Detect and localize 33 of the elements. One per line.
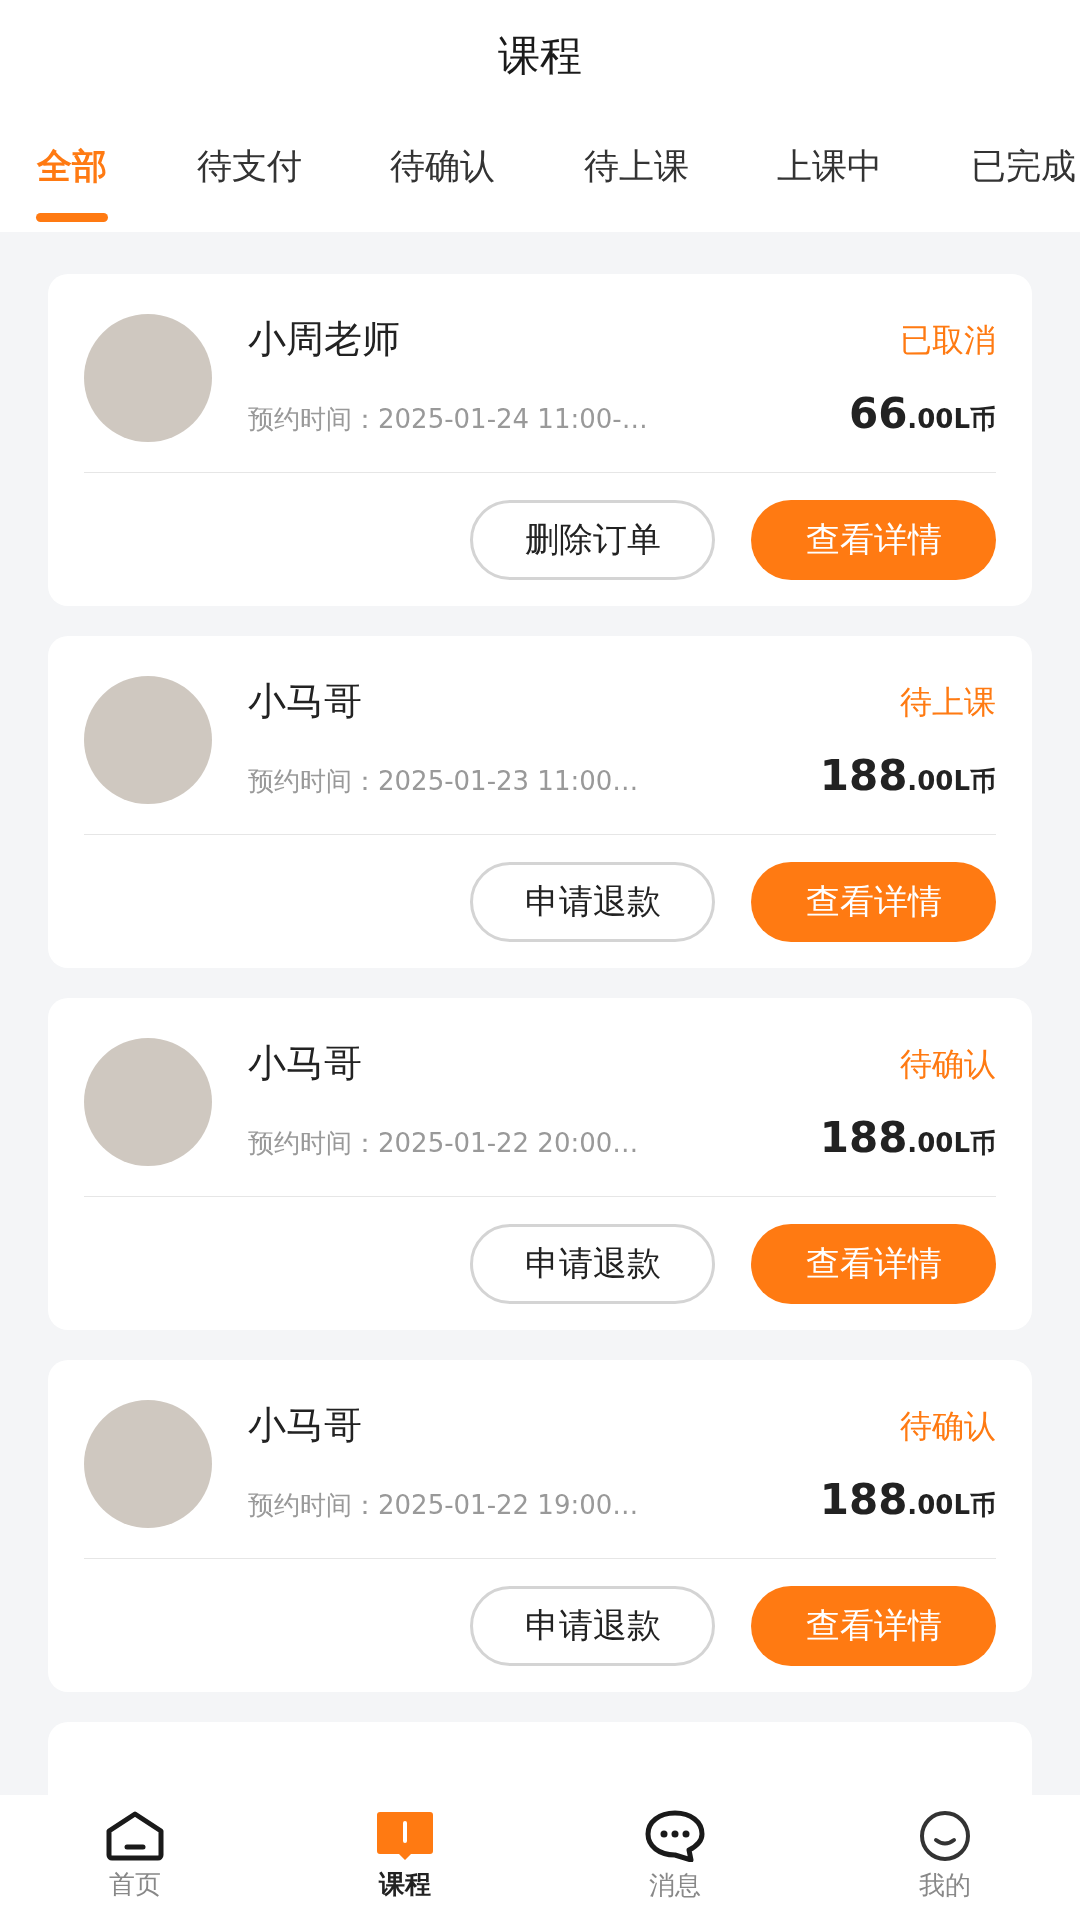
book-icon (375, 1811, 435, 1861)
tab[interactable]: 待支付 (196, 140, 302, 222)
home-icon (105, 1811, 165, 1861)
appointment-time: 预约时间：2025-01-22 19:00… (248, 1489, 639, 1522)
order-status: 已取消 (900, 319, 996, 361)
tab[interactable]: 上课中 (777, 140, 883, 222)
price: 188.00L币 (819, 1474, 996, 1526)
order-status: 待确认 (900, 1043, 996, 1085)
nav-item[interactable]: 消息 (540, 1795, 810, 1920)
price: 188.00L币 (819, 1112, 996, 1164)
tab[interactable]: 待确认 (390, 140, 496, 222)
nav-item[interactable]: 课程 (270, 1795, 540, 1920)
teacher-name: 小马哥 (248, 1402, 362, 1449)
action-button[interactable]: 申请退款 (470, 1223, 715, 1304)
appointment-time: 预约时间：2025-01-23 11:00… (248, 765, 639, 798)
nav-item[interactable]: 首页 (0, 1795, 270, 1920)
teacher-name: 小马哥 (248, 1040, 362, 1087)
order-status: 待确认 (900, 1405, 996, 1447)
action-button[interactable]: 申请退款 (470, 861, 715, 942)
action-button[interactable]: 申请退款 (470, 1585, 715, 1666)
nav-item[interactable]: 我的 (810, 1795, 1080, 1920)
appointment-time: 预约时间：2025-01-22 20:00… (248, 1127, 639, 1160)
chat-icon (645, 1810, 705, 1862)
price: 188.00L币 (819, 750, 996, 802)
page-title: 课程 (498, 29, 582, 82)
teacher-name: 小周老师 (248, 316, 400, 363)
price: 66.00L币 (848, 388, 996, 440)
teacher-name: 小马哥 (248, 678, 362, 725)
tab[interactable]: 已完成 (970, 140, 1076, 222)
tab[interactable]: 待上课 (583, 140, 689, 222)
appointment-time: 预约时间：2025-01-24 11:00-… (248, 403, 648, 436)
order-status: 待上课 (900, 681, 996, 723)
action-button[interactable]: 删除订单 (470, 499, 715, 580)
